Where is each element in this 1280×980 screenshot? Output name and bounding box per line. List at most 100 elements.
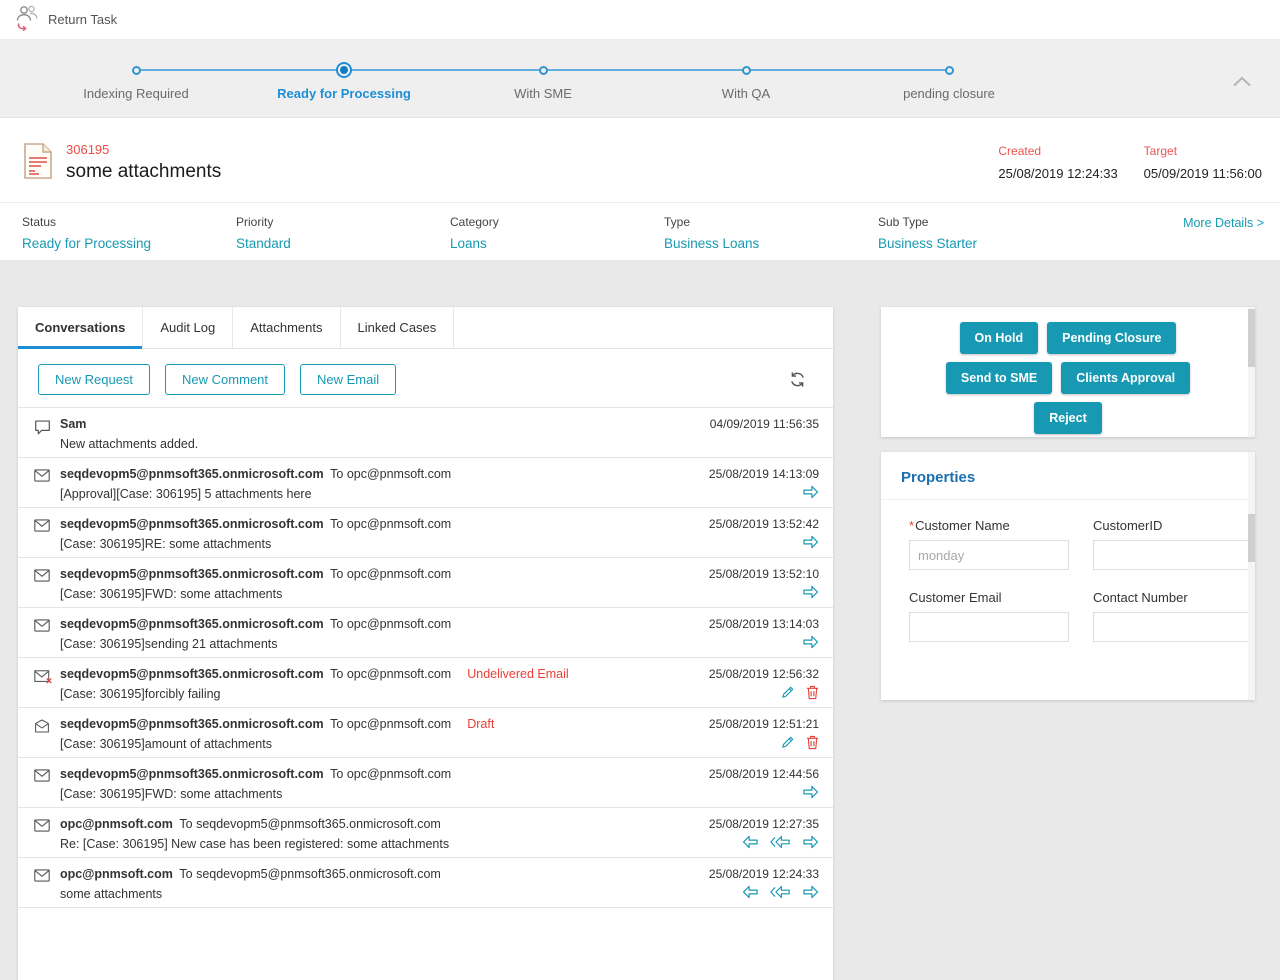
return-task-icon	[14, 3, 40, 36]
to-label: To	[330, 667, 344, 681]
tabs: Conversations Audit Log Attachments Linked …	[18, 307, 833, 349]
customer-email-input[interactable]	[909, 612, 1069, 642]
conversation-row[interactable]: seqdevopm5@pnmsoft365.onmicrosoft.com To…	[18, 508, 833, 558]
row-actions	[802, 635, 819, 651]
created-value: 25/08/2019 12:24:33	[998, 166, 1118, 181]
target-label: Target	[1143, 144, 1178, 158]
property-contact-number: Contact Number	[1093, 590, 1253, 642]
row-actions	[742, 835, 819, 851]
conversation-row[interactable]: seqdevopm5@pnmsoft365.onmicrosoft.com To…	[18, 558, 833, 608]
sender: opc@pnmsoft.com	[60, 817, 173, 831]
forward-icon[interactable]	[802, 885, 819, 901]
email-icon	[34, 817, 60, 851]
row-actions	[802, 535, 819, 551]
property-customer-email: Customer Email	[909, 590, 1069, 642]
subject: [Approval][Case: 306195] 5 attachments h…	[60, 487, 312, 501]
tab-audit-log[interactable]: Audit Log	[143, 307, 234, 348]
row-actions	[781, 685, 819, 701]
conversation-row[interactable]: opc@pnmsoft.com To seqdevopm5@pnmsoft365…	[18, 808, 833, 858]
step-with-sme: With SME	[438, 60, 648, 101]
email-draft-icon	[34, 717, 60, 751]
reply-all-icon[interactable]	[770, 835, 791, 851]
conversation-row[interactable]: seqdevopm5@pnmsoft365.onmicrosoft.com To…	[18, 608, 833, 658]
tab-conversations[interactable]: Conversations	[18, 307, 144, 349]
new-email-button[interactable]: New Email	[300, 364, 397, 395]
pending-closure-button[interactable]: Pending Closure	[1047, 322, 1177, 354]
clients-approval-button[interactable]: Clients Approval	[1061, 362, 1191, 394]
timestamp: 25/08/2019 12:24:33	[708, 867, 819, 881]
conversation-row[interactable]: opc@pnmsoft.com To seqdevopm5@pnmsoft365…	[18, 858, 833, 908]
case-id: 306195	[66, 142, 110, 157]
properties-card: Properties *Customer Name CustomerID Custo…	[881, 452, 1255, 700]
sender: seqdevopm5@pnmsoft365.onmicrosoft.com	[60, 567, 324, 581]
info-field-sub-type: Sub Type Business Starter	[878, 215, 978, 251]
tab-attachments[interactable]: Attachments	[233, 307, 341, 348]
refresh-icon[interactable]	[788, 366, 807, 394]
conversation-row[interactable]: seqdevopm5@pnmsoft365.onmicrosoft.com To…	[18, 658, 833, 708]
send-to-sme-button[interactable]: Send to SME	[945, 362, 1053, 394]
to-label: To	[330, 617, 344, 631]
subject: [Case: 306195]FWD: some attachments	[60, 587, 283, 601]
return-task-button[interactable]: Return Task	[48, 12, 117, 27]
conversation-row[interactable]: seqdevopm5@pnmsoft365.onmicrosoft.com To…	[18, 758, 833, 808]
sender: seqdevopm5@pnmsoft365.onmicrosoft.com	[60, 517, 324, 531]
on-hold-button[interactable]: On Hold	[959, 322, 1039, 354]
step-indexing-required: Indexing Required	[31, 60, 241, 101]
recipient: opc@pnmsoft.com	[346, 517, 452, 531]
conversation-row[interactable]: seqdevopm5@pnmsoft365.onmicrosoft.com To…	[18, 708, 833, 758]
timestamp: 25/08/2019 14:13:09	[708, 467, 819, 481]
reply-all-icon[interactable]	[770, 885, 791, 901]
scrollbar-thumb[interactable]	[1248, 514, 1255, 562]
to-label: To	[330, 717, 344, 731]
timestamp: 25/08/2019 12:44:56	[708, 767, 819, 781]
conversation-list: Sam New attachments added. 04/09/2019 11:…	[18, 407, 833, 908]
sender: opc@pnmsoft.com	[60, 867, 173, 881]
conversation-row[interactable]: Sam New attachments added. 04/09/2019 11:…	[18, 408, 833, 458]
delete-icon[interactable]	[806, 685, 819, 701]
scrollbar[interactable]	[1248, 307, 1255, 437]
step-with-qa: With QA	[641, 60, 851, 101]
contact-number-input[interactable]	[1093, 612, 1253, 642]
timestamp: 25/08/2019 13:52:10	[708, 567, 819, 581]
forward-icon[interactable]	[802, 485, 819, 501]
document-icon	[22, 142, 54, 185]
customer-name-input[interactable]	[909, 540, 1069, 570]
to-label: To	[330, 767, 344, 781]
forward-icon[interactable]	[802, 785, 819, 801]
info-field-priority: Priority Standard	[236, 215, 291, 251]
forward-icon[interactable]	[802, 585, 819, 601]
forward-icon[interactable]	[802, 635, 819, 651]
info-field-status: Status Ready for Processing	[22, 215, 152, 251]
properties-title: Properties	[881, 452, 1255, 500]
row-actions	[802, 585, 819, 601]
comment-icon	[34, 417, 60, 451]
delete-icon[interactable]	[806, 735, 819, 751]
reply-icon[interactable]	[742, 835, 759, 851]
row-actions	[802, 785, 819, 801]
reject-button[interactable]: Reject	[1034, 402, 1102, 434]
conversation-row[interactable]: seqdevopm5@pnmsoft365.onmicrosoft.com To…	[18, 458, 833, 508]
more-details-link[interactable]: More Details >	[1183, 216, 1264, 230]
subject: [Case: 306195]forcibly failing	[60, 687, 221, 701]
customerid-input[interactable]	[1093, 540, 1253, 570]
tab-linked-cases[interactable]: Linked Cases	[341, 307, 455, 348]
reply-icon[interactable]	[742, 885, 759, 901]
forward-icon[interactable]	[802, 835, 819, 851]
info-field-type: Type Business Loans	[664, 215, 760, 251]
scrollbar-thumb[interactable]	[1248, 309, 1255, 367]
forward-icon[interactable]	[802, 535, 819, 551]
step-dot	[944, 60, 954, 80]
target-value: 05/09/2019 11:56:00	[1143, 166, 1262, 181]
scrollbar[interactable]	[1248, 452, 1255, 700]
edit-icon[interactable]	[781, 685, 795, 701]
step-dot	[131, 60, 141, 80]
recipient: opc@pnmsoft.com	[346, 767, 452, 781]
info-strip: Status Ready for Processing Priority Standa…	[0, 202, 1280, 260]
edit-icon[interactable]	[781, 735, 795, 751]
sender: Sam	[60, 417, 87, 431]
new-comment-button[interactable]: New Comment	[165, 364, 286, 395]
conversation-toolbar: New Request New Comment New Email	[18, 349, 833, 407]
new-request-button[interactable]: New Request	[38, 364, 151, 395]
chevron-up-icon[interactable]	[1232, 74, 1252, 92]
info-fields: Status Ready for Processing Priority Standa…	[22, 215, 1092, 251]
